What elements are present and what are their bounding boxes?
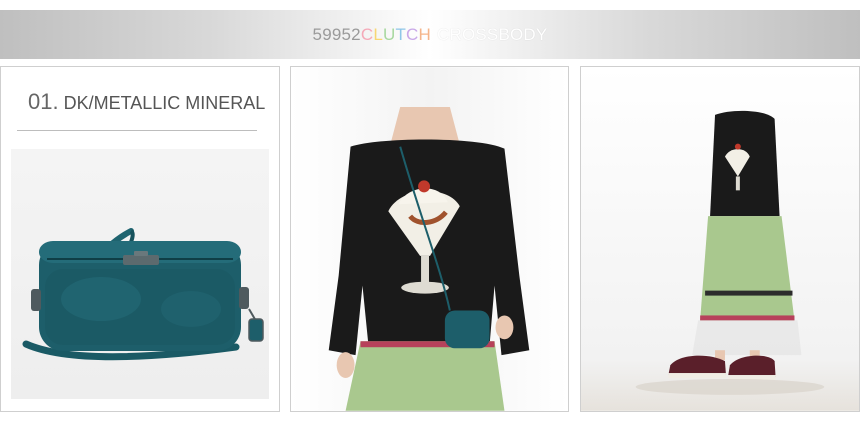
model-full-photo[interactable]	[581, 67, 859, 411]
clutch-letter: U	[382, 24, 396, 44]
crossbody-bag-illustration	[22, 228, 264, 361]
model-full-panel	[580, 66, 860, 412]
color-option-label: 01. DK/METALLIC MINERAL	[28, 89, 265, 115]
clutch-letter: C	[406, 24, 419, 44]
style-code: 59952	[312, 24, 361, 44]
clutch-letter: T	[395, 24, 407, 44]
clutch-word: CLUTCH	[361, 25, 431, 45]
option-number: 01.	[28, 89, 59, 114]
clutch-letter: L	[373, 24, 383, 44]
product-panel: 01. DK/METALLIC MINERAL	[0, 66, 280, 412]
model-closeup-panel	[290, 66, 569, 412]
crossbody-word: CROSSBODY	[437, 24, 548, 44]
model-closeup-photo[interactable]	[291, 67, 568, 411]
color-name: DK/METALLIC MINERAL	[63, 93, 266, 113]
divider	[17, 130, 257, 131]
clutch-letter: C	[360, 24, 374, 44]
clutch-letter: H	[418, 24, 432, 44]
title-banner: 59952 CLUTCH CROSSBODY	[0, 10, 860, 59]
product-image[interactable]	[11, 149, 269, 399]
